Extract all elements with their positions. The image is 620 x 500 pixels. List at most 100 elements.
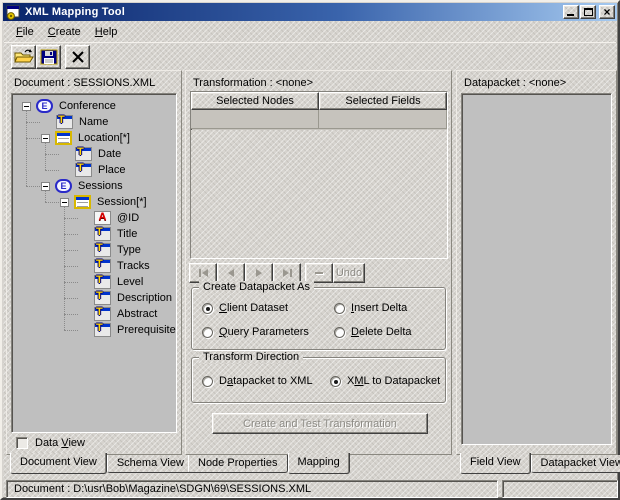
delete-x-icon <box>69 49 87 65</box>
data-view-checkbox[interactable] <box>16 437 28 449</box>
element-icon <box>55 179 72 193</box>
collapse-icon[interactable] <box>41 134 50 143</box>
nav-first-button[interactable] <box>189 263 217 283</box>
app-window: XML Mapping Tool × File Create Help <box>0 0 620 500</box>
tab-document-view[interactable]: Document View <box>10 453 107 474</box>
nav-prior-icon <box>228 269 234 277</box>
data-view-label: Data View <box>35 437 85 449</box>
delete-button[interactable] <box>65 45 90 69</box>
datapacket-tabs: Field View Datapacket View <box>460 454 620 474</box>
tab-mapping[interactable]: Mapping <box>288 453 350 474</box>
nav-next-button[interactable] <box>245 263 273 283</box>
transformation-tabs: Node Properties Mapping <box>188 454 350 474</box>
menubar: File Create Help <box>4 23 616 41</box>
tab-field-view[interactable]: Field View <box>460 453 531 474</box>
grid-empty-area <box>191 130 447 258</box>
status-bar: Document : D:\usr\Bob\Magazine\SDGN\69\S… <box>4 479 616 499</box>
menu-file[interactable]: File <box>9 24 41 40</box>
close-icon: × <box>600 5 614 19</box>
menu-help[interactable]: Help <box>88 24 125 40</box>
transformation-panel-title: Transformation : <none> <box>193 77 313 89</box>
toolbar <box>4 42 616 69</box>
window-title: XML Mapping Tool <box>25 6 562 18</box>
document-tabs: Document View Schema View <box>10 454 194 474</box>
text-node-icon <box>75 147 92 161</box>
tree-item-conference[interactable]: Conference <box>12 98 176 114</box>
collapse-icon[interactable] <box>60 198 69 207</box>
app-icon <box>5 5 21 20</box>
minimize-icon <box>567 14 574 16</box>
tree-rows: Conference Name Location[*] Date Place S… <box>12 98 176 338</box>
menu-create[interactable]: Create <box>41 24 88 40</box>
radio-icon <box>334 303 345 314</box>
status-secondary-pane <box>502 480 618 498</box>
collapse-icon[interactable] <box>41 182 50 191</box>
tree-item-prerequisite[interactable]: Prerequisite <box>12 322 176 338</box>
radio-delete-delta[interactable]: Delete Delta <box>334 326 412 338</box>
tree-item-abstract[interactable]: Abstract <box>12 306 176 322</box>
text-node-icon <box>94 291 111 305</box>
column-header-selected-nodes[interactable]: Selected Nodes <box>191 92 319 110</box>
tree-item-description[interactable]: Description <box>12 290 176 306</box>
tree-item-title[interactable]: Title <box>12 226 176 242</box>
radio-query-parameters[interactable]: Query Parameters <box>202 326 309 338</box>
radio-icon <box>202 303 213 314</box>
datapacket-list[interactable] <box>461 93 612 445</box>
tree-item-tracks[interactable]: Tracks <box>12 258 176 274</box>
table-node-icon <box>74 195 91 209</box>
titlebar: XML Mapping Tool × <box>3 3 617 21</box>
data-view-checkbox-row: Data View <box>16 437 85 449</box>
nav-last-button[interactable] <box>273 263 301 283</box>
nav-delete-button[interactable] <box>305 263 333 283</box>
text-node-icon <box>94 243 111 257</box>
datapacket-panel-title: Datapacket : <none> <box>464 77 566 89</box>
collapse-icon[interactable] <box>22 102 31 111</box>
nav-first-icon <box>199 269 201 277</box>
tree-item-place[interactable]: Place <box>12 162 176 178</box>
tree-item-date[interactable]: Date <box>12 146 176 162</box>
tree-item-location[interactable]: Location[*] <box>12 130 176 146</box>
close-button[interactable]: × <box>599 5 615 19</box>
mapping-grid: Selected Nodes Selected Fields <box>190 91 448 259</box>
datapacket-panel: Datapacket : <none> <box>456 70 617 455</box>
group-title: Create Datapacket As <box>199 281 314 294</box>
nav-last-icon <box>283 269 289 277</box>
text-node-icon <box>75 163 92 177</box>
create-datapacket-as-group: Create Datapacket As Client Dataset Inse… <box>191 287 446 350</box>
group-title: Transform Direction <box>199 351 303 364</box>
tree-item-name[interactable]: Name <box>12 114 176 130</box>
text-node-icon <box>94 323 111 337</box>
tree-item-session[interactable]: Session[*] <box>12 194 176 210</box>
document-tree: Conference Name Location[*] Date Place S… <box>11 93 177 433</box>
nav-delete-icon <box>315 272 323 274</box>
grid-header: Selected Nodes Selected Fields <box>191 92 447 110</box>
status-document-path: Document : D:\usr\Bob\Magazine\SDGN\69\S… <box>6 480 498 498</box>
text-node-icon <box>94 307 111 321</box>
radio-icon <box>330 376 341 387</box>
undo-button[interactable]: Undo <box>333 263 365 283</box>
maximize-button[interactable] <box>580 5 596 19</box>
save-document-button[interactable] <box>36 45 61 69</box>
radio-insert-delta[interactable]: Insert Delta <box>334 302 407 314</box>
grid-row[interactable] <box>191 110 447 129</box>
radio-xml-to-datapacket[interactable]: XML to Datapacket <box>330 375 440 387</box>
tab-datapacket-view[interactable]: Datapacket View <box>531 455 620 473</box>
tree-item-type[interactable]: Type <box>12 242 176 258</box>
radio-datapacket-to-xml[interactable]: Datapacket to XML <box>202 375 313 387</box>
text-node-icon <box>56 115 73 129</box>
minimize-button[interactable] <box>563 5 579 19</box>
tab-node-properties[interactable]: Node Properties <box>188 455 288 473</box>
nav-prior-button[interactable] <box>217 263 245 283</box>
tree-item-id[interactable]: @ID <box>12 210 176 226</box>
radio-client-dataset[interactable]: Client Dataset <box>202 302 288 314</box>
tab-schema-view[interactable]: Schema View <box>107 455 194 473</box>
transform-direction-group: Transform Direction Datapacket to XML XM… <box>191 357 446 403</box>
column-header-selected-fields[interactable]: Selected Fields <box>319 92 447 110</box>
open-document-button[interactable] <box>11 45 36 69</box>
save-floppy-icon <box>40 49 58 65</box>
create-and-test-transformation-button[interactable]: Create and Test Transformation <box>212 413 428 434</box>
document-panel: Document : SESSIONS.XML Conference Name … <box>6 70 182 455</box>
tree-item-level[interactable]: Level <box>12 274 176 290</box>
tree-item-sessions[interactable]: Sessions <box>12 178 176 194</box>
element-icon <box>36 99 53 113</box>
